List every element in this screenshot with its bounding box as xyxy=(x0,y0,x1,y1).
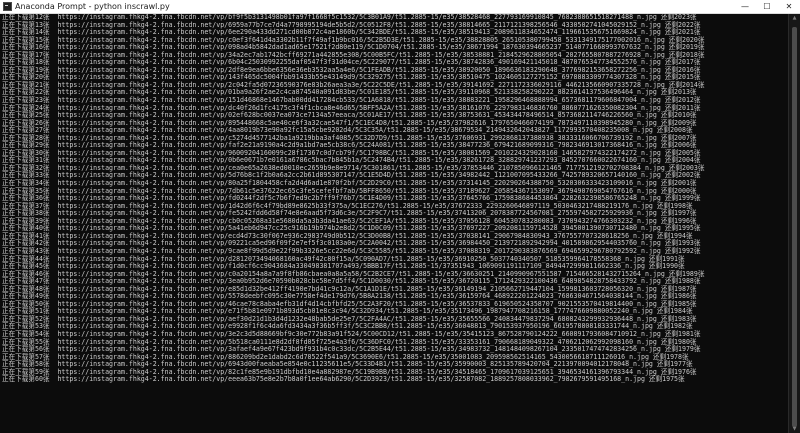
terminal-window: Anaconda Prompt - python inscrawl.py — ☐… xyxy=(0,0,800,433)
terminal-icon xyxy=(3,2,12,11)
maximize-button[interactable]: ☐ xyxy=(756,0,778,13)
scroll-up-arrow-icon[interactable]: ▲ xyxy=(791,16,798,21)
console-output[interactable]: 正在下载第12张 https://instagram.fhkg4-2.fna.f… xyxy=(0,14,788,433)
minimize-button[interactable]: — xyxy=(734,0,756,13)
title-bar[interactable]: Anaconda Prompt - python inscrawl.py — ☐… xyxy=(0,0,800,14)
window-title: Anaconda Prompt - python inscrawl.py xyxy=(15,2,170,11)
close-button[interactable]: ✕ xyxy=(778,0,800,13)
vertical-scrollbar[interactable]: ▲ ▼ xyxy=(788,14,800,433)
console-line: 正在下载第60张 https://instagram.fhkg4-2.fna.f… xyxy=(2,375,685,384)
scroll-down-arrow-icon[interactable]: ▼ xyxy=(791,427,798,432)
scrollbar-thumb[interactable] xyxy=(792,27,797,427)
window-controls: — ☐ ✕ xyxy=(734,0,800,13)
